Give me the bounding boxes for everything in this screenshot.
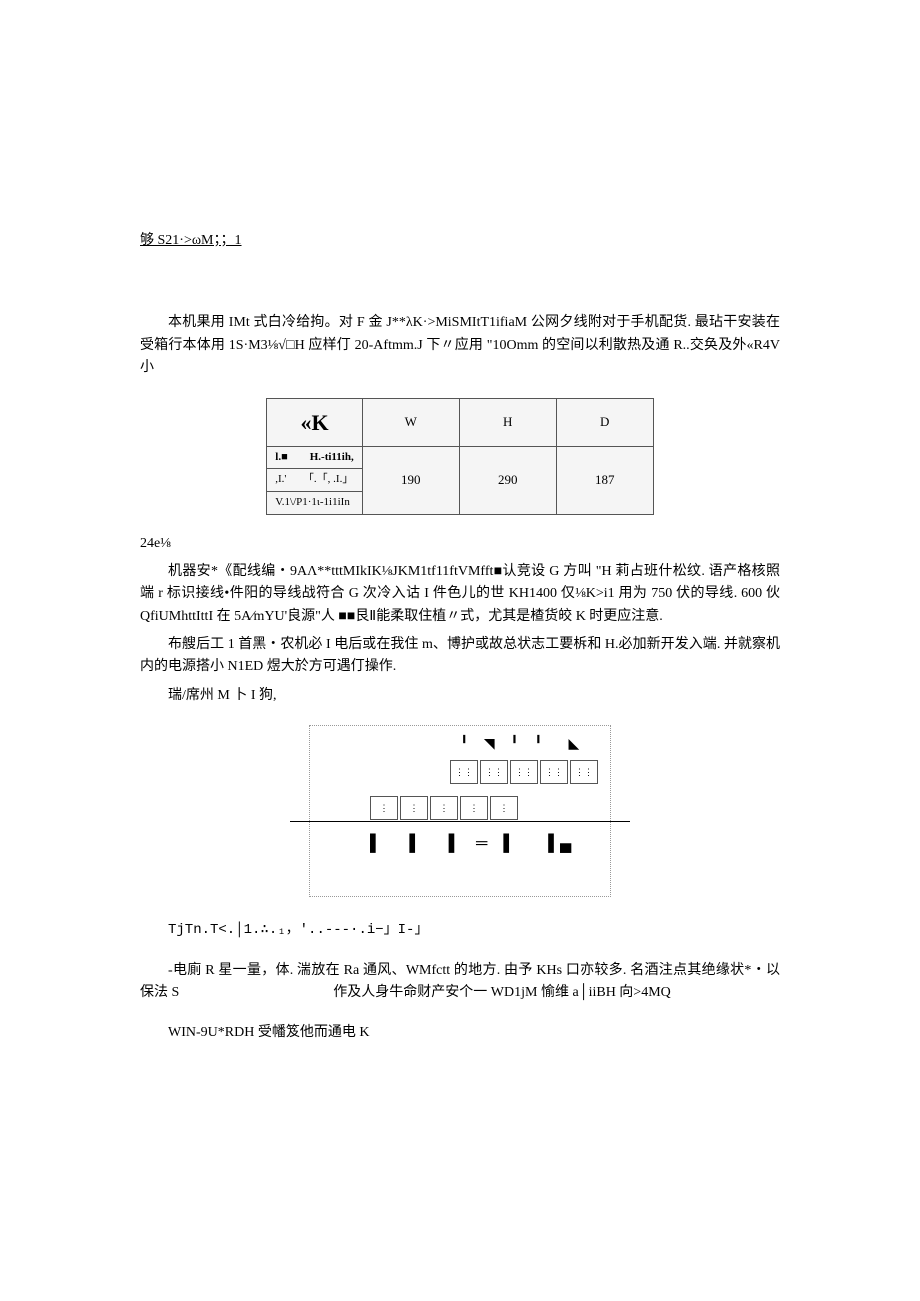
diagram-bottom-glyphs: ▌ ▌ ▌ ═ ▌ ▐▄ <box>370 831 577 857</box>
val-d: 187 <box>556 446 653 514</box>
col-d: D <box>556 398 653 446</box>
diagram-top-glyphs: ╹ ◥ ╹ ╹ ◣ <box>460 734 585 756</box>
diagram-cell: ⋮ <box>490 796 518 820</box>
diagram-midline <box>290 821 630 822</box>
wiring-diagram: ╹ ◥ ╹ ╹ ◣ ⋮⋮ ⋮⋮ ⋮⋮ ⋮⋮ ⋮⋮ ⋮ ⋮ ⋮ ⋮ ⋮ ▌ ▌ ▌… <box>309 725 611 897</box>
intro-paragraph: 本机果用 IMt 式白冷给拘。对 F 金 J**λK·>MiSMItT1ifia… <box>140 312 780 379</box>
caution-paragraph: -电廁 R 星一量，体. 湍放在 Ra 通风、WMfctt 的地方. 由予 KH… <box>140 960 780 1005</box>
section-24-label: 24e⅛ <box>140 533 780 555</box>
col-h: H <box>459 398 556 446</box>
table-head-main: «K <box>267 398 362 446</box>
col-w: W <box>362 398 459 446</box>
table-sub-row: ,I.' 「.「, .I.」 <box>267 469 362 492</box>
diagram-cell: ⋮ <box>370 796 398 820</box>
dimensions-table: «K W H D l.■ H.-ti11ih, 190 290 187 ,I.'… <box>266 398 653 515</box>
diagram-cell: ⋮⋮ <box>510 760 538 784</box>
footer-paragraph: WIN-9U*RDH 受幡笈他而通电 K <box>140 1022 780 1044</box>
val-h: 290 <box>459 446 556 514</box>
diagram-cell: ⋮ <box>430 796 458 820</box>
diagram-cell: ⋮ <box>460 796 488 820</box>
diagram-cell: ⋮⋮ <box>570 760 598 784</box>
diagram-caption: TjTn.T<.│1.∴.₁，'..---·.i−」I-」 <box>140 919 780 941</box>
page-header: 够 S21·>ωM；；1 <box>140 230 780 252</box>
diagram-row-b: ⋮ ⋮ ⋮ ⋮ ⋮ <box>370 796 518 820</box>
sec24-p1: 机器安*《配线编・9AΛ**tttMIkIK⅛JKM1tf11ftVMfft■认… <box>140 561 780 628</box>
sec24-p2: 布艘后工 1 首黑・农机必 I 电后或在我住 m、博护或故总状志工要柝和 H.必… <box>140 634 780 679</box>
sec24-p3: 瑞/席州 M 卜 I 狗, <box>140 685 780 707</box>
document-page: 够 S21·>ωM；；1 本机果用 IMt 式白冷给拘。对 F 金 J**λK·… <box>0 0 920 1301</box>
diagram-cell: ⋮⋮ <box>450 760 478 784</box>
table-row: l.■ H.-ti11ih, 190 290 187 <box>267 446 653 469</box>
table-row: «K W H D <box>267 398 653 446</box>
diagram-cell: ⋮⋮ <box>480 760 508 784</box>
val-w: 190 <box>362 446 459 514</box>
diagram-cell: ⋮ <box>400 796 428 820</box>
diagram-cell: ⋮⋮ <box>540 760 568 784</box>
diagram-row-a: ⋮⋮ ⋮⋮ ⋮⋮ ⋮⋮ ⋮⋮ <box>450 760 598 784</box>
table-sub-row: l.■ H.-ti11ih, <box>267 446 362 469</box>
table-sub-row: V.1\/P1·1ι-1i1iIn <box>267 491 362 514</box>
